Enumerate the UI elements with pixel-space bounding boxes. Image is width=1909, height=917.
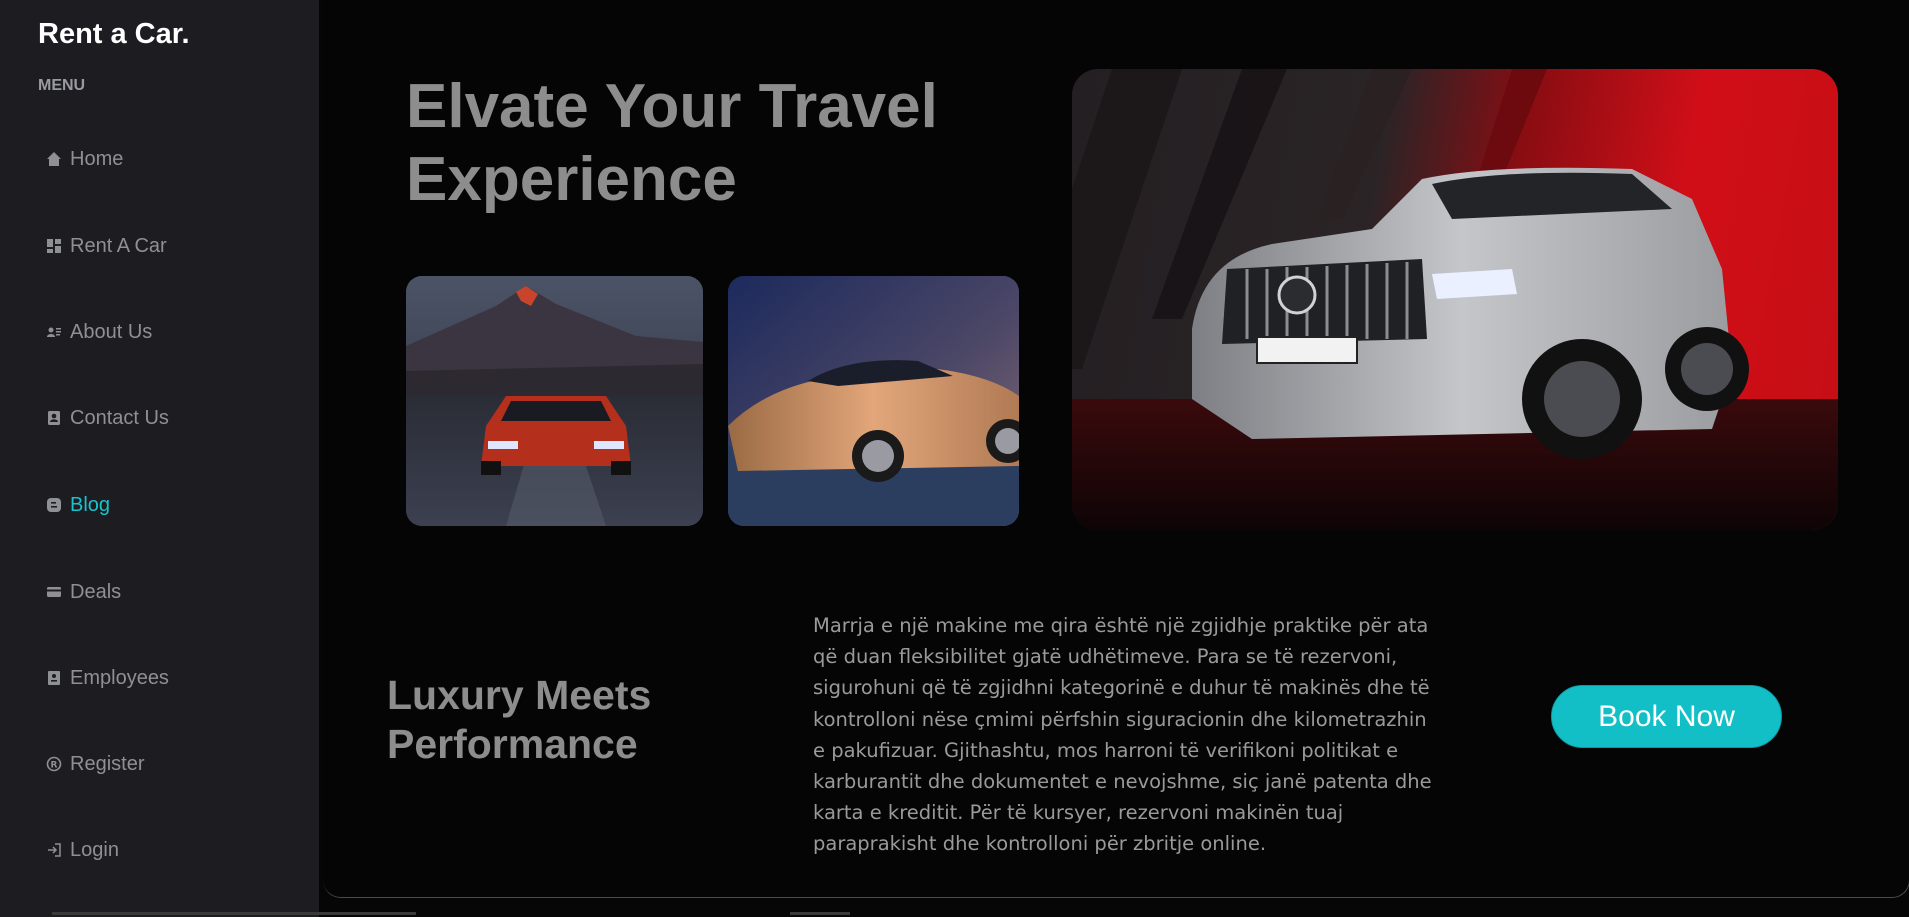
sidebar-item-label: Deals: [70, 580, 122, 603]
sidebar-item-label: Contact Us: [70, 406, 169, 429]
menu-label: MENU: [38, 77, 86, 94]
svg-text:R: R: [51, 761, 58, 771]
sidebar-item-deals[interactable]: Deals: [45, 577, 121, 607]
horizontal-scrollbar[interactable]: [52, 912, 416, 915]
sidebar-item-employees[interactable]: Employees: [45, 663, 169, 693]
book-now-button[interactable]: Book Now: [1551, 685, 1782, 748]
badge-icon: [45, 669, 63, 687]
section-title: Luxury Meets Performance: [387, 672, 652, 767]
address-book-icon: [45, 409, 63, 427]
sidebar-item-home[interactable]: Home: [45, 144, 123, 174]
sidebar-item-label: About Us: [70, 320, 153, 343]
login-icon: [45, 841, 63, 859]
hero-title: Elvate Your Travel Experience: [406, 72, 938, 214]
home-icon: [45, 150, 63, 168]
sidebar-item-label: Blog: [70, 493, 111, 516]
sidebar-item-login[interactable]: Login: [45, 835, 119, 865]
sidebar-item-contact-us[interactable]: Contact Us: [45, 403, 169, 433]
sidebar-item-label: Login: [70, 838, 119, 861]
contact-card-icon: [45, 323, 63, 341]
suv-hero-image: [1072, 69, 1838, 530]
registered-icon: R: [45, 755, 63, 773]
brand-logo[interactable]: Rent a Car.: [38, 18, 190, 51]
sidebar: Rent a Car. MENU Home Rent A Car About U…: [0, 0, 416, 917]
sidebar-item-label: Register: [70, 752, 145, 775]
sidebar-item-label: Employees: [70, 666, 169, 689]
dashboard-icon: [45, 237, 63, 255]
section-paragraph: Marrja e një makine me qira është një zg…: [813, 614, 1432, 856]
sidebar-item-label: Home: [70, 147, 124, 170]
blog-icon: [45, 496, 63, 514]
sidebar-item-register[interactable]: R Register: [45, 749, 144, 779]
credit-card-icon: [45, 583, 63, 601]
bronze-supercar-image: [728, 276, 1019, 526]
volcano-car-image: [406, 276, 703, 526]
sidebar-item-label: Rent A Car: [70, 234, 167, 257]
sidebar-item-about-us[interactable]: About Us: [45, 317, 152, 347]
scrollbar-thumb[interactable]: [790, 912, 850, 915]
sidebar-item-rent-a-car[interactable]: Rent A Car: [45, 231, 167, 261]
sidebar-item-blog[interactable]: Blog: [45, 490, 110, 520]
